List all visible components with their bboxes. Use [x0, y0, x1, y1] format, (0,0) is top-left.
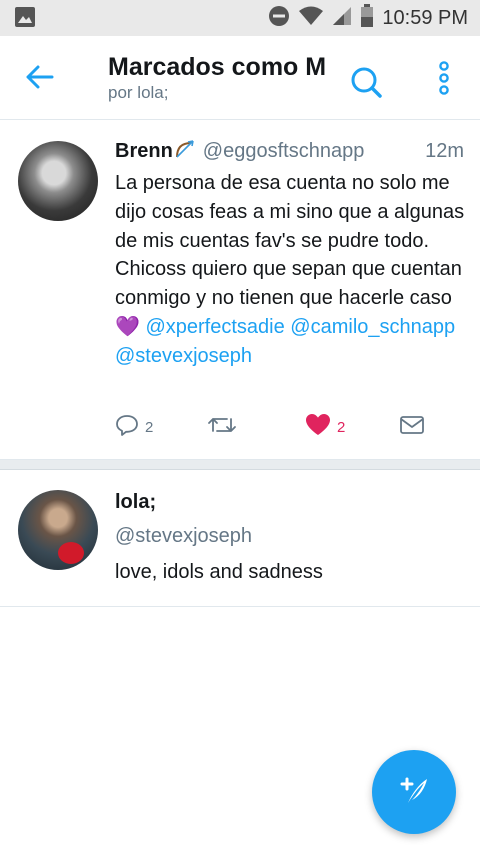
user-name: lola; — [115, 491, 157, 513]
search-icon — [346, 67, 386, 106]
tweet-body: La persona de esa cuenta no solo me dijo… — [115, 172, 465, 310]
page-title: Marcados como M — [108, 53, 326, 81]
direct-message-button[interactable] — [399, 413, 425, 441]
author-name-text: Brenn — [115, 140, 173, 162]
status-time: 10:59 PM — [382, 6, 468, 29]
user-bio: love, idols and sadness — [115, 561, 323, 583]
tweet-author-name[interactable]: Brenn — [115, 139, 197, 163]
compose-tweet-button[interactable] — [372, 750, 456, 834]
search-button[interactable] — [346, 62, 386, 102]
reply-count: 2 — [145, 418, 154, 436]
tweet-item[interactable]: Brenn @eggosftschnapp 12m La persona de … — [0, 121, 480, 460]
tweet-time: 12m — [425, 140, 464, 162]
retweet-button[interactable] — [207, 413, 243, 441]
envelope-icon — [399, 414, 425, 441]
avatar[interactable] — [18, 141, 98, 221]
tweet-mentions[interactable]: @xperfectsadie @camilo_schnapp @stevexjo… — [115, 316, 455, 367]
signal-icon — [332, 5, 352, 32]
wifi-icon — [298, 5, 324, 32]
status-bar: 10:59 PM — [0, 0, 480, 36]
reply-icon — [115, 413, 139, 442]
bow-and-arrow-icon — [173, 139, 197, 159]
retweet-icon — [207, 413, 237, 442]
rose-detail — [58, 542, 84, 564]
tweet-actions: 2 2 — [115, 413, 435, 441]
app-bar: Marcados como M por lola; — [0, 36, 480, 120]
user-card[interactable]: lola; @stevexjoseph love, idols and sadn… — [0, 471, 480, 607]
user-handle: @stevexjoseph — [115, 525, 253, 547]
more-options-button[interactable] — [430, 60, 458, 100]
back-button[interactable] — [22, 61, 58, 97]
compose-tweet-icon — [394, 770, 434, 815]
like-count: 2 — [337, 418, 346, 436]
heart-icon — [305, 413, 331, 442]
section-divider — [0, 460, 480, 470]
battery-icon — [360, 3, 374, 33]
page-subtitle: por lola; — [108, 83, 169, 102]
reply-button[interactable]: 2 — [115, 413, 153, 441]
more-vertical-icon — [438, 60, 450, 100]
do-not-disturb-icon — [268, 5, 290, 32]
avatar[interactable] — [18, 490, 98, 570]
gallery-icon — [14, 6, 36, 33]
tweet-header: Brenn @eggosftschnapp 12m — [115, 139, 464, 163]
purple-heart-emoji: 💜 — [115, 315, 140, 338]
tweet-text: La persona de esa cuenta no solo me dijo… — [115, 169, 465, 371]
back-arrow-icon — [26, 65, 54, 94]
tweet-handle[interactable]: @eggosftschnapp — [203, 140, 365, 163]
like-button[interactable]: 2 — [305, 413, 345, 441]
title-block: Marcados como M por lola; — [108, 52, 326, 104]
